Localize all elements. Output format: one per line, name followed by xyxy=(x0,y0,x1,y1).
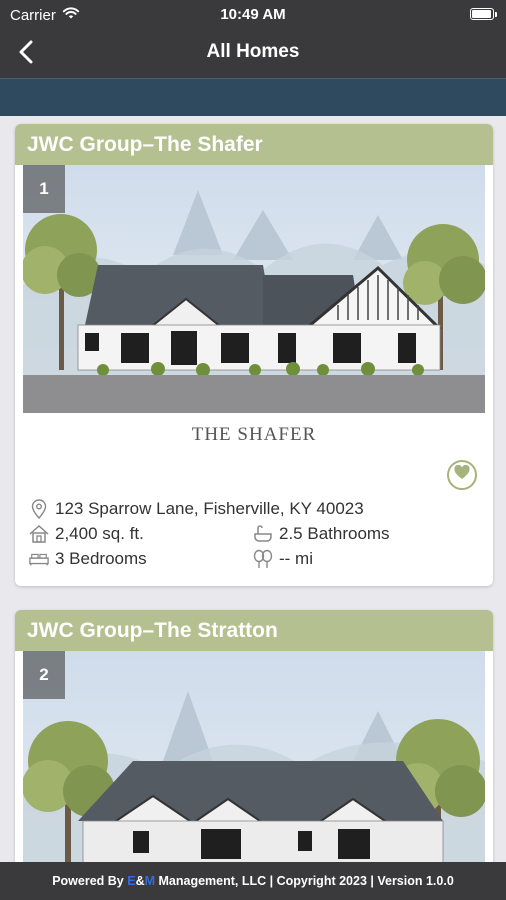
footer-suffix: Management, LLC | Copyright 2023 | Versi… xyxy=(155,874,454,888)
house-icon xyxy=(29,524,49,544)
home-caption: THE SHAFER xyxy=(191,424,317,445)
favorite-button[interactable] xyxy=(447,460,477,490)
home-title: JWC Group–The Shafer xyxy=(15,124,493,165)
home-bedrooms: 3 Bedrooms xyxy=(55,548,147,568)
page-title: All Homes xyxy=(206,41,300,62)
home-rendering xyxy=(23,165,485,413)
footer: Powered By E & M Management, LLC | Copyrig… xyxy=(0,862,506,900)
heart-icon xyxy=(454,464,470,485)
filter-bar xyxy=(0,78,506,116)
home-address: 123 Sparrow Lane, Fisherville, KY 40023 xyxy=(55,498,364,518)
footer-brand-m: M xyxy=(144,874,156,888)
home-details: 123 Sparrow Lane, Fisherville, KY 40023 … xyxy=(29,496,479,571)
bed-icon xyxy=(29,549,49,569)
clock: 10:49 AM xyxy=(220,6,286,23)
location-pin-icon xyxy=(29,498,49,519)
home-distance: -- mi xyxy=(279,548,313,568)
home-index-badge: 2 xyxy=(23,651,65,699)
status-bar: Carrier 10:49 AM xyxy=(0,0,506,30)
home-bathrooms: 2.5 Bathrooms xyxy=(279,523,390,543)
stats-row: 2,400 sq. ft. 2.5 Bathrooms xyxy=(29,521,479,546)
home-image[interactable]: 2 xyxy=(23,651,485,862)
home-image[interactable]: 1 xyxy=(23,165,485,413)
home-title: JWC Group–The Stratton xyxy=(15,610,493,651)
stats-row-2: 3 Bedrooms -- mi xyxy=(29,546,479,571)
footer-brand-amp: & xyxy=(135,874,145,888)
home-card[interactable]: JWC Group–The Shafer 1 THE SHAFER 123 Sp… xyxy=(15,124,493,586)
home-sqft: 2,400 sq. ft. xyxy=(55,523,144,543)
trees-icon xyxy=(253,549,273,569)
address-row: 123 Sparrow Lane, Fisherville, KY 40023 xyxy=(29,496,479,521)
home-rendering xyxy=(23,651,485,862)
navigation-bar: All Homes xyxy=(0,30,506,78)
footer-brand-e: E xyxy=(127,874,136,888)
homes-list[interactable]: JWC Group–The Shafer 1 THE SHAFER 123 Sp… xyxy=(0,116,506,862)
home-index-badge: 1 xyxy=(23,165,65,213)
bathtub-icon xyxy=(253,524,273,544)
home-card[interactable]: JWC Group–The Stratton 2 xyxy=(15,610,493,862)
footer-prefix: Powered By xyxy=(52,874,128,888)
battery-icon xyxy=(470,8,497,20)
